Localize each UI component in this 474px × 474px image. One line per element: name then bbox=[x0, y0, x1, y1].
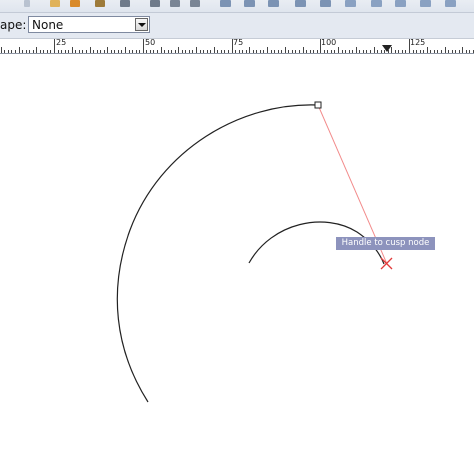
canvas-drawing[interactable] bbox=[0, 54, 474, 474]
toolbar-icon[interactable] bbox=[371, 0, 382, 7]
node-handle-square[interactable] bbox=[314, 101, 322, 109]
cusp-node-cross-icon[interactable] bbox=[380, 257, 393, 270]
toolbar-icon[interactable] bbox=[24, 0, 30, 7]
shape-select-value: None bbox=[32, 18, 64, 32]
toolbar-icon[interactable] bbox=[95, 0, 105, 7]
outer-spiral-arc[interactable] bbox=[116, 104, 319, 403]
horizontal-ruler[interactable]: 25 50 75 100 125 bbox=[0, 38, 474, 54]
toolbar-icon[interactable] bbox=[70, 0, 80, 7]
snap-tooltip: Handle to cusp node bbox=[336, 237, 435, 250]
ruler-position-marker-icon bbox=[382, 45, 392, 52]
toolbar-icon[interactable] bbox=[220, 0, 231, 7]
main-toolbar bbox=[0, 0, 474, 13]
dropdown-arrow-icon[interactable] bbox=[135, 18, 148, 31]
ruler-label: 125 bbox=[410, 38, 426, 47]
tool-controls-bar: ape: None bbox=[0, 13, 474, 39]
shape-label: ape: bbox=[0, 18, 27, 32]
toolbar-icon[interactable] bbox=[345, 0, 356, 7]
toolbar-icon[interactable] bbox=[320, 0, 331, 7]
drawing-canvas[interactable] bbox=[0, 54, 474, 474]
ruler-label: 50 bbox=[145, 38, 156, 47]
toolbar-icon[interactable] bbox=[50, 0, 60, 7]
toolbar-icon[interactable] bbox=[395, 0, 406, 7]
toolbar-icon[interactable] bbox=[445, 0, 456, 7]
toolbar-icon[interactable] bbox=[190, 0, 200, 7]
toolbar-icon[interactable] bbox=[295, 0, 306, 7]
toolbar-icon[interactable] bbox=[120, 0, 130, 7]
toolbar-icon[interactable] bbox=[268, 0, 279, 7]
ruler-label: 100 bbox=[321, 38, 337, 47]
toolbar-icon[interactable] bbox=[244, 0, 255, 7]
toolbar-icon[interactable] bbox=[420, 0, 431, 7]
ruler-label: 25 bbox=[56, 38, 67, 47]
toolbar-icon[interactable] bbox=[170, 0, 180, 7]
toolbar-icon[interactable] bbox=[150, 0, 160, 7]
shape-select[interactable]: None bbox=[28, 16, 150, 33]
ruler-label: 75 bbox=[233, 38, 244, 47]
